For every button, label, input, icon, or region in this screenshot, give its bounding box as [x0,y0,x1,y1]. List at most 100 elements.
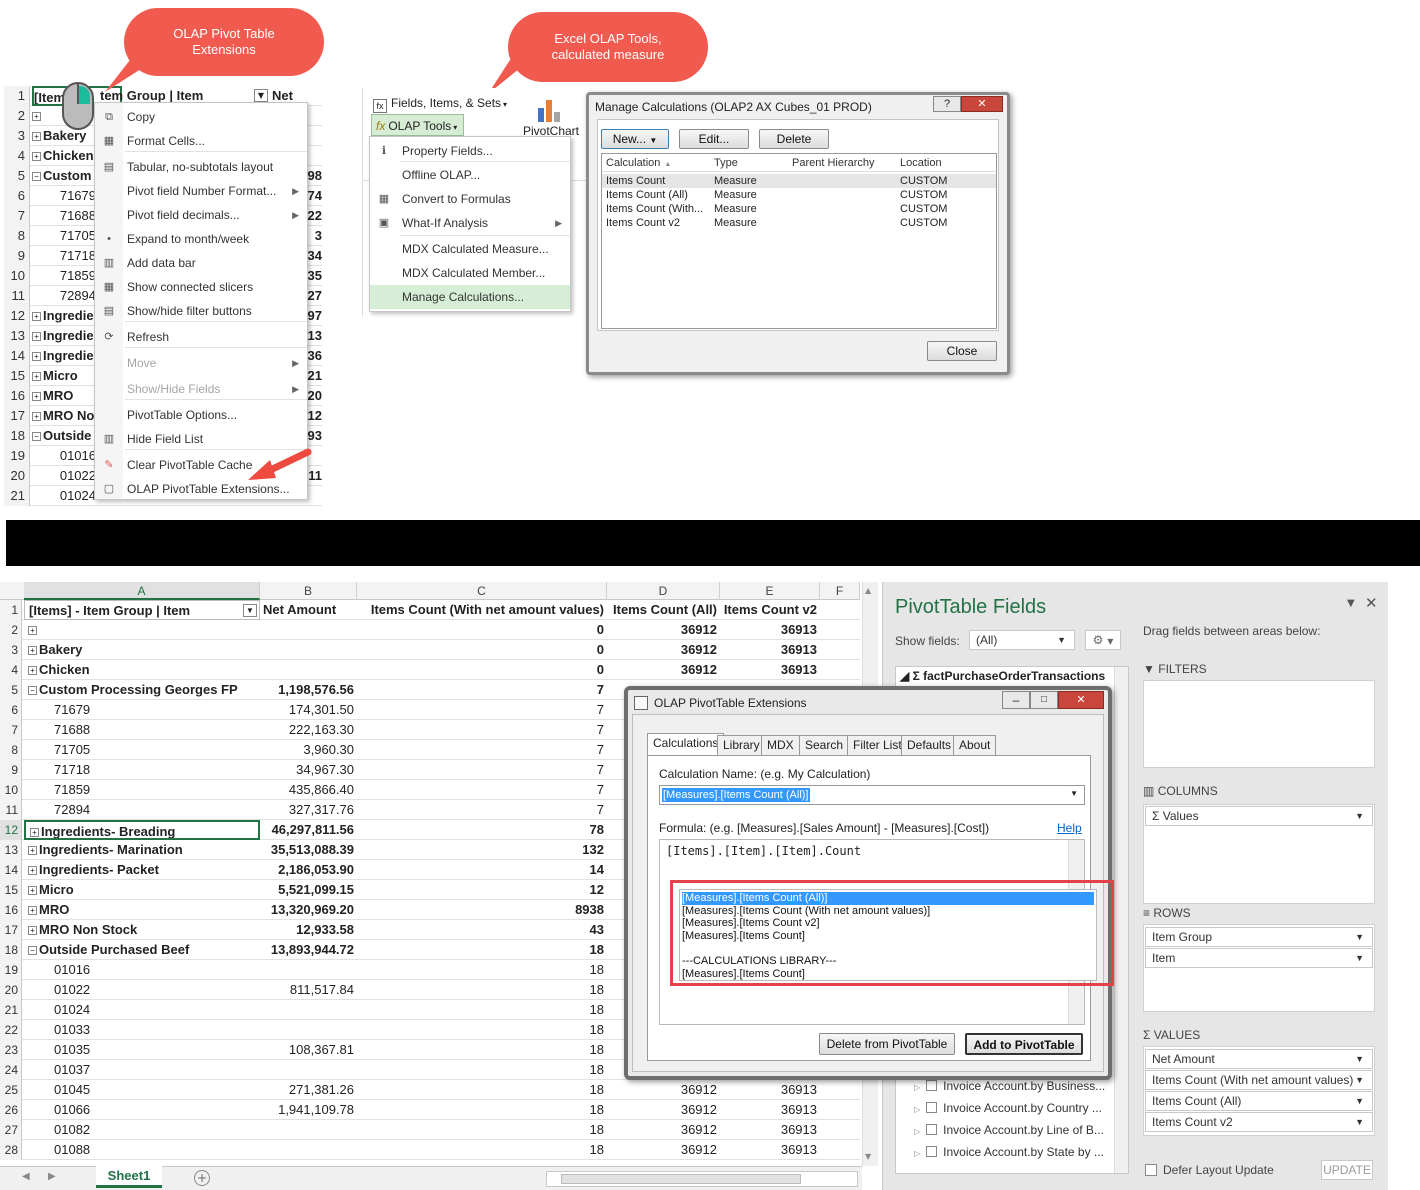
filter-dropdown-icon[interactable]: ▼ [254,89,268,102]
cell-item[interactable]: + Micro [24,880,260,900]
column-header[interactable]: Type [714,157,738,169]
expand-arrow-icon[interactable]: ▷ [914,1083,920,1092]
cell-net-amount[interactable]: 811,517.84 [260,980,357,1000]
column-letter[interactable]: B [260,582,357,600]
panel-close-icon[interactable]: ✕ [1365,594,1378,612]
expand-icon[interactable]: + [28,906,37,915]
expand-icon[interactable]: + [32,312,41,321]
cell-items-count-all[interactable]: 36912 [607,1080,720,1100]
field-item[interactable]: ▷ Invoice Account.by Business... [914,1079,1105,1093]
list-item[interactable]: Items Count v2 Measure CUSTOM [602,216,996,230]
cell-items-count-with[interactable]: 0 [357,660,607,680]
cell-a[interactable]: 71718 [32,246,96,266]
collapse-icon[interactable]: − [28,686,37,695]
field-checkbox[interactable] [926,1124,938,1135]
menu-item[interactable]: ▦ Format Cells... [95,129,307,153]
sheet-tab[interactable]: Sheet1 [96,1166,162,1188]
cell-items-count-v2[interactable]: 36913 [720,1120,820,1140]
cell-net-amount[interactable]: 3,960.30 [260,740,357,760]
calculations-list[interactable]: Calculation ▲ Type Parent Hierarchy Location… [601,153,997,329]
cell-net-amount[interactable]: 271,381.26 [260,1080,357,1100]
cell-item[interactable]: 01066 [24,1100,260,1120]
tab-library[interactable]: Library [717,735,766,755]
cell-net-amount[interactable] [260,1000,357,1020]
cell-net-amount[interactable] [260,640,357,660]
cell-items-count-with[interactable]: 7 [357,700,607,720]
cell-net-amount[interactable] [260,1120,357,1140]
cell-item[interactable]: + MRO [24,900,260,920]
rows-item-group[interactable]: Item Group ▼ [1145,927,1373,947]
cell-items-count-with[interactable]: 0 [357,620,607,640]
horizontal-scrollbar[interactable] [546,1171,858,1187]
cell-items-count-with[interactable]: 18 [357,940,607,960]
olap-menu-item[interactable]: Offline OLAP... [370,163,570,187]
list-item[interactable]: Items Count Measure CUSTOM [602,174,996,188]
cell-items-count-with[interactable]: 7 [357,720,607,740]
cell-net-amount[interactable]: 13,320,969.20 [260,900,357,920]
cell-a[interactable]: 71705 [32,226,96,246]
collapse-icon[interactable]: − [32,432,41,441]
cell-item[interactable]: 71705 [24,740,260,760]
menu-item[interactable]: Show/Hide Fields ▶ [95,377,307,401]
cell-net-amount[interactable] [260,660,357,680]
cell-items-count-all[interactable]: 36912 [607,1120,720,1140]
expand-arrow-icon[interactable]: ▷ [914,1105,920,1114]
expand-icon[interactable]: + [32,112,41,121]
cell-items-count-with[interactable]: 18 [357,1100,607,1120]
cell-items-count-with[interactable]: 12 [357,880,607,900]
menu-item[interactable]: Move ▶ [95,351,307,375]
cell-items-count-v2[interactable]: 36913 [720,660,820,680]
cell-items-count-all[interactable]: 36912 [607,640,720,660]
table-node[interactable]: ◢ Σ factPurchaseOrderTransactions [900,669,1105,683]
cell-items-count-with[interactable]: 18 [357,1040,607,1060]
list-item[interactable]: Items Count (With... Measure CUSTOM [602,202,996,216]
menu-item[interactable]: ⧉ Copy [95,105,307,129]
values-items-count-with[interactable]: Items Count (With net amount values) ▼ [1145,1070,1373,1090]
column-letter[interactable]: D [607,582,720,600]
expand-icon[interactable]: + [32,372,41,381]
list-item[interactable]: Items Count (All) Measure CUSTOM [602,188,996,202]
cell-net-amount[interactable] [260,1020,357,1040]
cell-items-count-v2[interactable]: 36913 [720,640,820,660]
cell-items-count-with[interactable]: 18 [357,960,607,980]
cell-items-count-with[interactable]: 0 [357,640,607,660]
expand-icon[interactable]: + [28,626,37,635]
field-item[interactable]: ▷ Invoice Account.by Country ... [914,1101,1102,1115]
olap-menu-item[interactable]: MDX Calculated Member... [370,261,570,285]
close-window-button[interactable]: ✕ [961,96,1003,112]
filters-area[interactable] [1143,680,1375,768]
cell-items-count-with[interactable]: 18 [357,1000,607,1020]
cell-items-count-all[interactable]: 36912 [607,660,720,680]
column-letter[interactable]: C [357,582,607,600]
cell-net-amount[interactable]: 13,893,944.72 [260,940,357,960]
settings-gear-button[interactable]: ⚙ ▼ [1085,630,1121,650]
field-checkbox[interactable] [926,1080,938,1091]
defer-checkbox[interactable] [1145,1164,1157,1176]
expand-icon[interactable]: + [28,886,37,895]
cell-item[interactable]: + [24,620,260,640]
cell-items-count-with[interactable]: 18 [357,1060,607,1080]
cell-a[interactable]: 71859 [32,266,96,286]
delete-button[interactable]: Delete [759,129,829,149]
cell-net-amount[interactable]: 35,513,088.39 [260,840,357,860]
olap-menu-item[interactable]: MDX Calculated Measure... [370,237,570,261]
cell-items-count-v2[interactable]: 36913 [720,1100,820,1120]
help-link[interactable]: Help [1057,821,1082,835]
column-letter[interactable]: A [24,582,260,600]
calculation-name-combo[interactable]: [Measures].[Items Count (All)] ▼ [659,785,1085,805]
cell-items-count-with[interactable]: 18 [357,1020,607,1040]
close-button[interactable]: Close [927,341,997,361]
cell-items-count-with[interactable]: 18 [357,1080,607,1100]
cell-net-amount[interactable]: 34,967.30 [260,760,357,780]
cell-item[interactable]: 71688 [24,720,260,740]
expand-icon[interactable]: + [32,332,41,341]
cell-a[interactable]: 71688 [32,206,96,226]
help-button[interactable]: ? [933,96,961,112]
edit-button[interactable]: Edit... [679,129,749,149]
scroll-left-icon[interactable]: ◀ [22,1171,30,1182]
tab-search[interactable]: Search [799,735,850,755]
cell-item[interactable]: − Outside Purchased Beef [24,940,260,960]
cell-item[interactable]: 01022 [24,980,260,1000]
cell-items-count-with[interactable]: 43 [357,920,607,940]
menu-item[interactable]: PivotTable Options... [95,403,307,427]
